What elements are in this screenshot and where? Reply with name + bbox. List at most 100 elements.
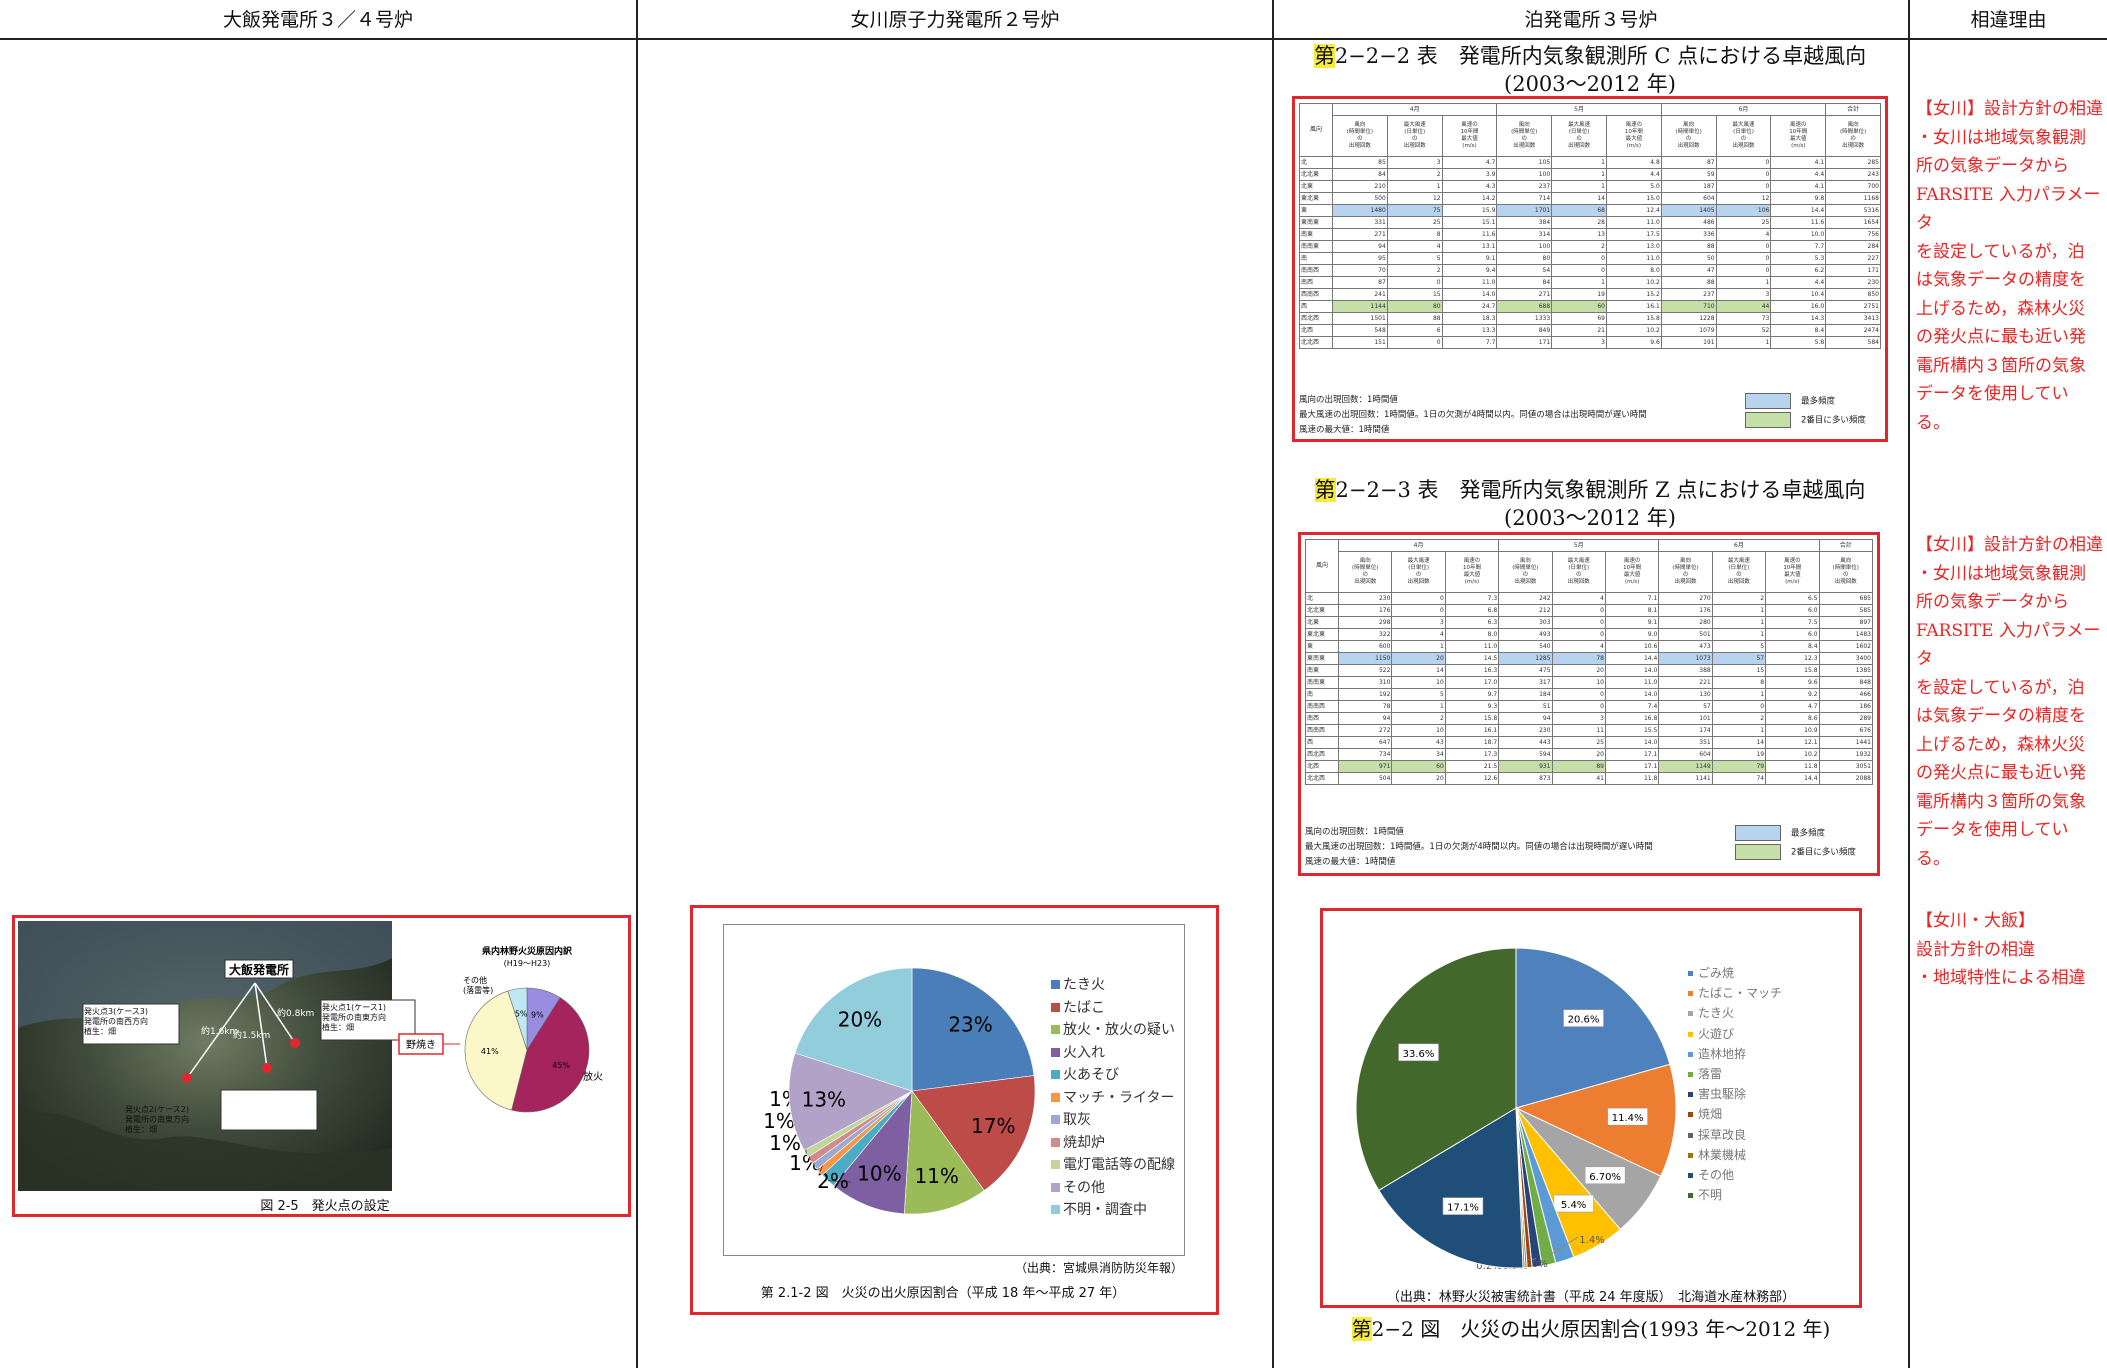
table-cell: 15 — [1711, 664, 1767, 677]
table-cell: 7.1 — [1604, 592, 1660, 605]
legend-item: その他 — [1688, 1165, 1782, 1185]
legend-swatch — [1688, 991, 1693, 997]
table-cell: 25 — [1386, 216, 1443, 229]
ohi-pie-title: 県内林野火災原因内訳 — [482, 945, 573, 957]
table-cell: 4.7 — [1441, 156, 1498, 169]
ohi-figure-caption: 図 2-5 発火点の設定 — [260, 1199, 390, 1214]
table-cell: 714 — [1496, 192, 1553, 205]
direction-cell: 北北東 — [1299, 168, 1333, 181]
table-cell: 3413 — [1825, 312, 1881, 325]
ohi-pie-subtitle: (H19〜H23) — [504, 959, 551, 968]
table-cell: 20 — [1391, 772, 1446, 785]
onagawa-pie-label: 17% — [971, 1114, 1015, 1138]
direction-cell: 北西 — [1305, 760, 1339, 773]
month-header: 4月 — [1331, 103, 1498, 116]
table-cell: 19 — [1711, 748, 1767, 761]
legend-item: その他 — [1051, 1177, 1175, 1200]
table-cell: 4 — [1715, 228, 1772, 241]
tomari-pie-label: 17.1% — [1447, 1203, 1479, 1214]
legend-swatch — [1051, 1115, 1060, 1124]
legend-label: 不明 — [1698, 1188, 1723, 1203]
direction-cell: 東 — [1305, 640, 1339, 653]
table-cell: 17.1 — [1604, 760, 1660, 773]
table-cell: 7.7 — [1770, 240, 1827, 253]
table-cell: 50 — [1660, 252, 1717, 265]
table-row: 南 192 5 9.7 184 0 14.0 130 1 9.2 466 — [1305, 688, 1874, 701]
legend-item: 火あそび — [1051, 1064, 1175, 1087]
table-cell: 850 — [1825, 288, 1881, 301]
table-cell: 604 — [1658, 748, 1713, 761]
table-cell: 4.4 — [1605, 168, 1662, 181]
table-cell: 59 — [1660, 168, 1717, 181]
table-cell: 75 — [1386, 204, 1443, 217]
legend-swatch — [1051, 1002, 1060, 1012]
table-cell: 0 — [1551, 688, 1606, 701]
table-cell: 1 — [1386, 180, 1443, 193]
table-cell: 584 — [1825, 336, 1881, 349]
legend-swatch — [1051, 1182, 1060, 1192]
legend-swatch — [1688, 1072, 1693, 1078]
table-cell: 9.1 — [1604, 616, 1660, 629]
table-row: 北北東 84 2 3.9 100 1 4.4 59 0 4.4 243 — [1299, 168, 1881, 181]
legend-item: 採草改良 — [1688, 1125, 1782, 1145]
direction-cell: 北 — [1305, 592, 1339, 605]
legend-swatch — [1688, 1092, 1693, 1098]
table-cell: 100 — [1496, 168, 1553, 181]
direction-cell: 南南西 — [1305, 700, 1339, 713]
table-cell: 21 — [1551, 324, 1607, 337]
table-cell: 80 — [1496, 252, 1553, 265]
legend-item: たばこ・マッチ — [1688, 983, 1782, 1003]
table-cell: 17.0 — [1444, 676, 1500, 689]
table-cell: 16.0 — [1770, 300, 1827, 313]
table-cell: 1 — [1551, 156, 1607, 169]
table-row: 北東 210 1 4.3 237 1 5.0 187 0 4.1 700 — [1299, 180, 1881, 193]
legend-item: たばこ — [1051, 997, 1175, 1020]
table-cell: 271 — [1496, 288, 1553, 301]
table-cell: 94 — [1332, 240, 1388, 253]
table-cell: 1602 — [1818, 640, 1874, 653]
direction-cell: 南西 — [1299, 276, 1333, 289]
table-cell: 1701 — [1496, 204, 1553, 217]
table-cell: 522 — [1337, 664, 1393, 677]
table-row: 南南東 94 4 13.1 100 2 13.0 88 0 7.7 284 — [1299, 240, 1881, 253]
sub-header: 風向 (時間単位) の 出現回数 — [1496, 115, 1553, 157]
legend-label: 林業機械 — [1698, 1147, 1747, 1162]
column-header-onagawa: 女川原子力発電所２号炉 — [850, 9, 1060, 31]
table-row: 北北西 504 20 12.6 873 41 11.8 1141 74 14.4 2088 — [1305, 772, 1874, 785]
table-cell: 171 — [1496, 336, 1553, 349]
wind-table-legend: 最多頻度 2番目に多い頻度 — [1735, 825, 1856, 860]
legend-item: 放火・放火の疑い — [1051, 1019, 1175, 1042]
table-cell: 873 — [1498, 772, 1553, 785]
table-cell: 4.4 — [1770, 276, 1827, 289]
direction-cell: 西北西 — [1299, 312, 1333, 325]
table-cell: 0 — [1715, 156, 1772, 169]
table-cell: 600 — [1337, 640, 1393, 653]
table-cell: 849 — [1496, 324, 1553, 337]
table-cell: 4.4 — [1770, 168, 1827, 181]
distance-label: 約1.5km — [233, 1029, 270, 1041]
onagawa-figure-frame: 23% 17% 11% 10% 2% 1% 1% 1% 1% 13% 20% たき火 たばこ 放火・放火… — [690, 905, 1219, 1315]
table-cell: 1 — [1715, 336, 1772, 349]
table-cell: 20 — [1551, 748, 1606, 761]
table-cell: 18.3 — [1441, 312, 1498, 325]
table-cell: 230 — [1498, 724, 1553, 737]
table-cell: 931 — [1498, 760, 1553, 773]
legend-item: 造林地拵 — [1688, 1044, 1782, 1064]
table-cell: 100 — [1496, 240, 1553, 253]
table-cell: 548 — [1332, 324, 1388, 337]
table-cell: 11.6 — [1770, 216, 1827, 229]
table-cell: 11.0 — [1441, 276, 1498, 289]
tomari-pie-label: 11.4% — [1612, 1113, 1644, 1124]
table-cell: 79 — [1711, 760, 1767, 773]
table-cell: 2 — [1711, 592, 1767, 605]
table-row: 西南西 241 15 14.0 271 19 15.2 237 3 10.4 850 — [1299, 288, 1881, 301]
sub-header: 風向 (時間単位) の 出現回数 — [1332, 115, 1388, 157]
table-cell: 151 — [1332, 336, 1388, 349]
direction-cell: 南南東 — [1299, 240, 1333, 253]
month-header: 合計 — [1825, 103, 1881, 116]
table-cell: 8 — [1386, 228, 1443, 241]
table-cell: 8.4 — [1765, 640, 1820, 653]
legend-swatch — [1688, 1112, 1693, 1118]
column-header-reason: 相違理由 — [1970, 9, 2047, 31]
caption-highlight: 第 — [1351, 1317, 1372, 1341]
